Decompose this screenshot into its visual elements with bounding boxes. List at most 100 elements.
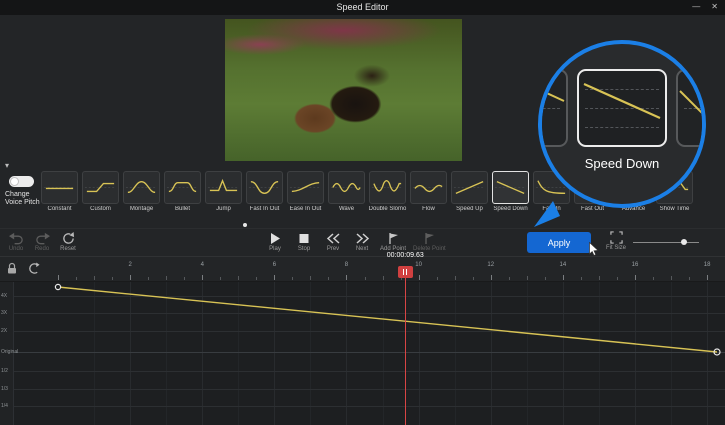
titlebar: Speed Editor — ✕ <box>0 0 725 15</box>
preset-flow[interactable]: Flow <box>408 171 449 217</box>
prev-button[interactable]: Prev <box>322 232 344 252</box>
preset-speed-up[interactable]: Speed Up <box>449 171 490 217</box>
fit-size-group: Fit Size <box>606 231 699 251</box>
toolbar: Undo Redo Reset Play <box>0 228 725 256</box>
custom-curve-icon <box>83 172 118 203</box>
ruler-number: 14 <box>559 262 566 268</box>
preset-label: Jump <box>203 206 244 212</box>
timeline-ruler[interactable]: 2 4 6 8 10 12 14 16 18 <box>0 256 725 282</box>
apply-button[interactable]: Apply <box>527 232 591 253</box>
ruler-ticks: 2 4 6 8 10 12 14 16 18 <box>0 257 725 281</box>
preset-double-slomo[interactable]: Double Slomo <box>367 171 408 217</box>
wave-curve-icon <box>329 172 364 203</box>
playhead-line[interactable] <box>405 277 406 425</box>
ruler-number: 10 <box>415 262 422 268</box>
voice-pitch-label-line2: Voice Pitch <box>5 199 40 207</box>
ruler-number: 8 <box>345 262 348 268</box>
minimize-button[interactable]: — <box>692 2 700 11</box>
speed-up-curve-icon <box>452 172 487 203</box>
next-icon <box>355 232 370 245</box>
zoom-callout: Speed Down <box>538 40 706 208</box>
preset-scroll-indicator[interactable] <box>243 223 247 227</box>
ruler-number: 6 <box>273 262 276 268</box>
preset-label: Wave <box>326 206 367 212</box>
undo-icon <box>9 232 24 245</box>
jump-curve-icon <box>206 172 241 203</box>
callout-neighbor-right <box>676 69 706 147</box>
callout-label: Speed Down <box>542 156 702 171</box>
ruler-number: 4 <box>201 262 204 268</box>
preset-speed-down[interactable]: Speed Down <box>490 171 531 217</box>
fit-size-button[interactable]: Fit Size <box>606 231 626 251</box>
window-title: Speed Editor <box>0 2 725 12</box>
preset-label: Flow <box>408 206 449 212</box>
delete-point-flag-icon <box>423 232 435 245</box>
flow-curve-icon <box>411 172 446 203</box>
curve-start-point <box>55 284 60 289</box>
preset-label: Show Time <box>654 206 695 212</box>
preset-label: Montage <box>121 206 162 212</box>
preset-constant[interactable]: Constant <box>39 171 80 217</box>
callout-neighbor-left <box>538 69 568 147</box>
zoom-slider[interactable] <box>633 238 699 248</box>
preset-ease-in-out[interactable]: Ease In Out <box>285 171 326 217</box>
reset-button[interactable]: Reset <box>57 232 79 252</box>
preset-fast-in-out[interactable]: Fast In Out <box>244 171 285 217</box>
play-icon <box>269 232 281 245</box>
close-button[interactable]: ✕ <box>711 2 718 11</box>
preset-jump[interactable]: Jump <box>203 171 244 217</box>
preset-label: Double Slomo <box>367 206 408 212</box>
preset-label: Speed Down <box>490 206 531 212</box>
play-button[interactable]: Play <box>264 232 286 252</box>
playhead-handle[interactable] <box>398 266 413 278</box>
speed-curve[interactable] <box>0 282 725 425</box>
zoom-slider-knob[interactable] <box>681 239 687 245</box>
prev-icon <box>326 232 341 245</box>
stop-icon <box>299 232 309 245</box>
redo-button[interactable]: Redo <box>31 232 53 252</box>
undo-button[interactable]: Undo <box>5 232 27 252</box>
ruler-number: 2 <box>128 262 131 268</box>
add-point-button[interactable]: Add Point <box>380 232 406 252</box>
speed-graph[interactable]: 4X3X2XOriginal1/21/31/4 <box>0 282 725 425</box>
zoom-slider-track <box>633 242 699 243</box>
bullet-curve-icon <box>165 172 200 203</box>
voice-pitch-toggle[interactable] <box>9 176 34 187</box>
double-slomo-curve-icon <box>370 172 405 203</box>
window-controls: — ✕ <box>692 2 718 11</box>
fast-in-out-curve-icon <box>247 172 282 203</box>
preset-label: Constant <box>39 206 80 212</box>
voice-pitch-label: Change Voice Pitch <box>5 191 40 207</box>
preset-montage[interactable]: Montage <box>121 171 162 217</box>
preset-bullet[interactable]: Bullet <box>162 171 203 217</box>
add-point-flag-icon <box>387 232 399 245</box>
video-preview <box>225 19 462 161</box>
ruler-number: 16 <box>632 262 639 268</box>
constant-curve-icon <box>42 172 77 203</box>
ruler-number: 12 <box>487 262 494 268</box>
delete-point-button[interactable]: Delete Point <box>413 232 446 252</box>
ruler-number: 18 <box>704 262 711 268</box>
collapse-arrow-icon[interactable]: ▾ <box>5 161 9 170</box>
next-button[interactable]: Next <box>351 232 373 252</box>
ease-in-out-curve-icon <box>288 172 323 203</box>
fit-size-icon <box>610 231 623 244</box>
preset-wave[interactable]: Wave <box>326 171 367 217</box>
history-buttons: Undo Redo Reset <box>5 232 79 252</box>
mouse-cursor-icon <box>589 242 599 256</box>
callout-selected-preset <box>577 69 667 147</box>
redo-icon <box>35 232 50 245</box>
preset-label: Fast Out <box>572 206 613 212</box>
preset-label: Fast In Out <box>244 206 285 212</box>
speed-down-curve-icon <box>493 172 528 203</box>
stop-button[interactable]: Stop <box>293 232 315 252</box>
voice-pitch-label-line1: Change <box>5 191 40 199</box>
speed-editor-window: Speed Editor — ✕ ▾ Change Voice Pitch Co… <box>0 0 725 425</box>
preset-custom[interactable]: Custom <box>80 171 121 217</box>
callout-pointer-icon <box>533 198 561 228</box>
preset-label: Bullet <box>162 206 203 212</box>
montage-curve-icon <box>124 172 159 203</box>
playback-buttons: Play Stop Prev Next <box>264 232 446 252</box>
current-time: 00:00:09.63 <box>374 252 436 259</box>
speed-down-curve-icon-large <box>579 71 665 145</box>
